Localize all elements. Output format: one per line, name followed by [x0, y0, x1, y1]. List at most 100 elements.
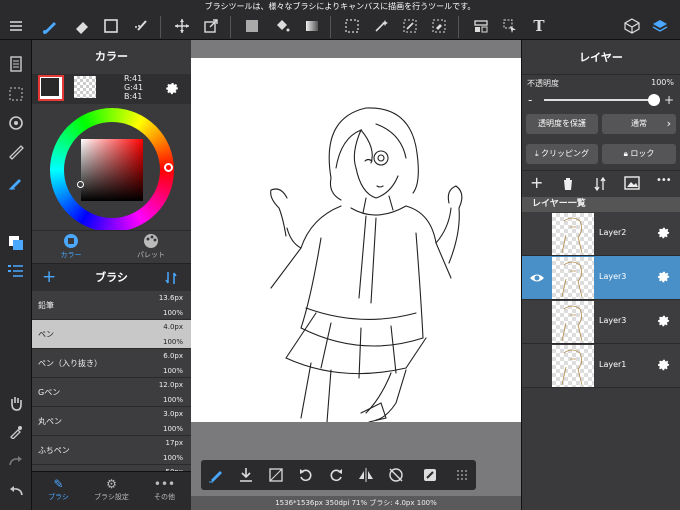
edit-mode-icon[interactable] [419, 464, 441, 486]
foreground-swatch[interactable] [38, 75, 64, 101]
selection-layer-icon[interactable] [4, 83, 28, 105]
operation-icon[interactable] [498, 15, 522, 37]
color-panel-icon[interactable] [4, 232, 28, 254]
brush-icon[interactable] [38, 15, 62, 37]
hue-ring[interactable] [50, 108, 174, 232]
gradient-icon[interactable] [300, 15, 324, 37]
brush-item[interactable]: 丸ペン 3.0px 100% [32, 407, 191, 436]
brush-size: 6.0px [163, 352, 183, 360]
eyedropper-icon[interactable] [4, 421, 28, 443]
red-value: R:41 [124, 74, 143, 83]
tab-brush-settings[interactable]: ⚙ ブラシ設定 [85, 476, 138, 502]
more-icon: ••• [153, 477, 176, 491]
opacity-minus-button[interactable]: - [528, 93, 532, 107]
tab-other[interactable]: ••• その他 [138, 476, 191, 502]
more-options-icon[interactable]: ••• [656, 175, 672, 186]
text-icon[interactable]: T [527, 15, 551, 37]
blend-mode-button[interactable]: 通常 › [602, 114, 676, 134]
tab-brush-settings-label: ブラシ設定 [94, 493, 129, 501]
layer-row[interactable]: Layer3 [522, 300, 680, 344]
opacity-slider[interactable] [544, 99, 654, 101]
transform-icon[interactable] [199, 15, 223, 37]
move-icon[interactable] [170, 15, 194, 37]
sort-layers-icon[interactable] [594, 176, 606, 194]
background-swatch[interactable] [74, 76, 96, 98]
redo-icon[interactable] [4, 450, 28, 472]
eraser-icon[interactable] [70, 15, 94, 37]
fill-color-icon[interactable] [240, 15, 264, 37]
color-settings-gear-icon[interactable] [163, 79, 180, 99]
brush-opacity: 100% [162, 367, 183, 375]
layer-settings-gear-icon[interactable] [655, 312, 671, 331]
pen-blue-icon[interactable] [4, 171, 28, 193]
opacity-label: 不透明度 [527, 79, 559, 88]
brush-item[interactable]: Gペン 12.0px 100% [32, 378, 191, 407]
opacity-plus-button[interactable]: + [664, 93, 674, 107]
flip-horizontal-icon[interactable] [355, 464, 377, 486]
list-panel-icon[interactable] [4, 260, 28, 282]
menu-icon[interactable] [4, 15, 28, 37]
tab-brush[interactable]: ✎ ブラシ [32, 476, 85, 502]
layer-name: Layer3 [599, 272, 627, 281]
brush-opacity: 100% [162, 454, 183, 462]
cube-icon[interactable] [620, 15, 644, 37]
ruler-icon[interactable] [4, 141, 28, 163]
brush-item[interactable]: ふちペン 17px 100% [32, 436, 191, 465]
layer-row[interactable]: Layer3 [522, 256, 680, 300]
magic-wand-icon[interactable] [369, 15, 393, 37]
layer-row[interactable]: Layer2 [522, 212, 680, 256]
import-icon[interactable] [235, 464, 257, 486]
status-bar: 1536*1536px 350dpi 71% ブラシ: 4.0px 100% [191, 496, 521, 510]
lock-button[interactable]: 🔒︎ ロック [602, 144, 676, 164]
tab-palette[interactable]: パレット [112, 233, 190, 260]
select-pen-icon[interactable] [398, 15, 422, 37]
snap-off-icon[interactable] [385, 464, 407, 486]
layer-row[interactable]: Layer1 [522, 344, 680, 388]
visibility-toggle[interactable] [529, 228, 545, 240]
rotate-right-icon[interactable] [325, 464, 347, 486]
visibility-toggle[interactable] [529, 316, 545, 328]
brush-item[interactable]: ペン（入り抜き） 6.0px 100% [32, 349, 191, 378]
visibility-toggle[interactable] [529, 360, 545, 372]
sort-icon[interactable] [165, 271, 177, 288]
crop-icon[interactable] [265, 464, 287, 486]
brush-item[interactable]: ペン 4.0px 100% [32, 320, 191, 349]
color-circle-icon [32, 233, 110, 250]
top-toolbar: ブラシツールは、様々なブラシによりキャンバスに描画を行うツールです。 T [0, 0, 680, 40]
clipping-button[interactable]: ⤓ クリッピング [526, 144, 598, 164]
brush-item[interactable]: 鉛筆 13.6px 100% [32, 291, 191, 320]
select-eraser-icon[interactable] [427, 15, 451, 37]
color-picker-handle[interactable] [77, 181, 84, 188]
image-icon[interactable] [624, 175, 640, 194]
layer-settings-gear-icon[interactable] [655, 356, 671, 375]
square-icon[interactable] [99, 15, 123, 37]
toolbar-divider [458, 16, 459, 38]
layer-settings-gear-icon[interactable] [655, 268, 671, 287]
toolbar-divider [230, 16, 231, 38]
stabilizer-icon[interactable] [205, 464, 227, 486]
dotted-brush-icon[interactable] [129, 15, 153, 37]
brush-size: 3.0px [163, 410, 183, 418]
layers-icon[interactable] [648, 15, 672, 37]
hue-handle[interactable] [164, 163, 173, 172]
line-art-drawing [270, 107, 463, 423]
tab-color[interactable]: カラー [32, 233, 110, 260]
add-layer-plus-icon[interactable]: + [530, 173, 543, 192]
bucket-icon[interactable] [270, 15, 294, 37]
layout-icon[interactable] [469, 15, 493, 37]
hand-icon[interactable] [4, 392, 28, 414]
rotate-left-icon[interactable] [295, 464, 317, 486]
layer-settings-gear-icon[interactable] [655, 224, 671, 243]
saturation-value-square[interactable] [81, 139, 143, 201]
opacity-slider-thumb[interactable] [648, 94, 660, 106]
page-icon[interactable] [4, 53, 28, 75]
selection-icon[interactable] [340, 15, 364, 37]
rotate-icon[interactable] [4, 112, 28, 134]
eye-icon[interactable] [529, 272, 545, 287]
drawing-canvas[interactable] [191, 58, 521, 423]
undo-icon[interactable] [4, 480, 28, 502]
trash-icon[interactable] [562, 177, 574, 194]
grid-dots-icon[interactable] [451, 464, 473, 486]
brush-name: ペン [38, 330, 54, 339]
protect-alpha-button[interactable]: 透明度を保護 [526, 114, 598, 134]
